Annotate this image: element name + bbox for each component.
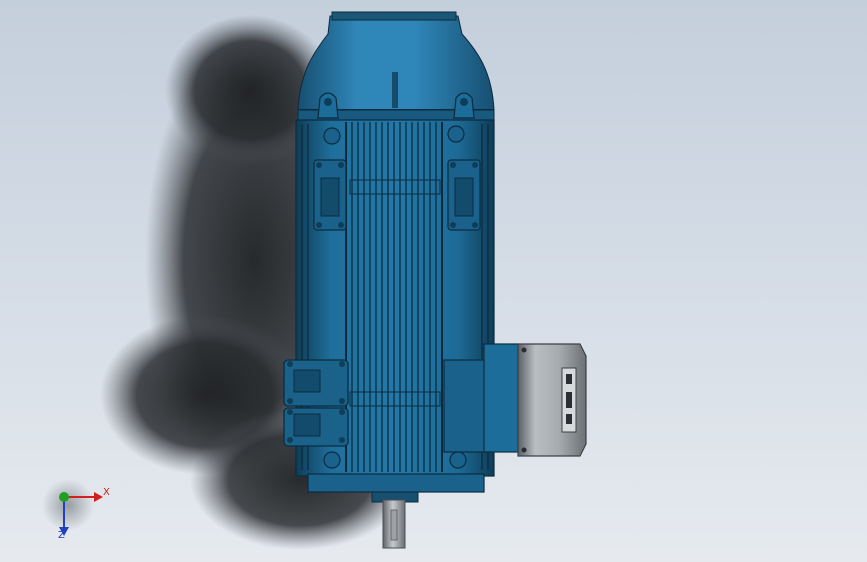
z-axis-label: Z: [58, 530, 65, 541]
lifting-eye-right[interactable]: [453, 92, 475, 119]
coordinate-triad: [42, 479, 103, 536]
x-axis-label: X: [103, 487, 110, 498]
motor-shaft[interactable]: [382, 499, 406, 549]
main-terminal-box[interactable]: [443, 343, 587, 457]
graphics-viewport[interactable]: X Z: [0, 0, 867, 562]
aux-terminal-box-upper[interactable]: [283, 359, 349, 407]
mounting-pad-left[interactable]: [313, 159, 347, 231]
lifting-eye-left[interactable]: [317, 92, 339, 119]
motor-model[interactable]: [0, 0, 867, 562]
mounting-pad-right[interactable]: [447, 159, 481, 231]
aux-terminal-box-lower[interactable]: [283, 407, 349, 447]
